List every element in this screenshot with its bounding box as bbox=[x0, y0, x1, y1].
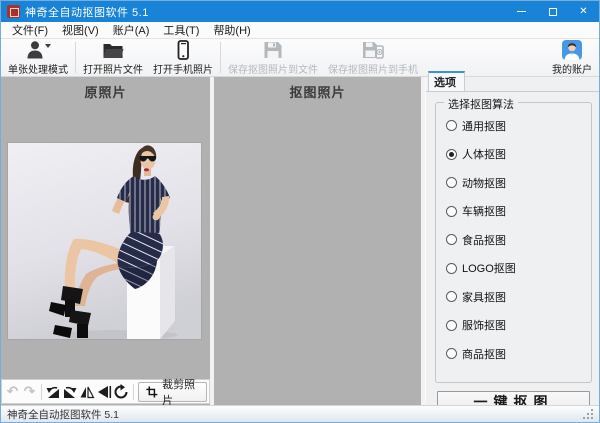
menu-help[interactable]: 帮助(H) bbox=[206, 21, 257, 39]
flip-horizontal-icon[interactable] bbox=[79, 382, 96, 402]
maximize-icon bbox=[549, 8, 557, 16]
radio-general-cutout[interactable]: 通用抠图 bbox=[446, 119, 591, 132]
radio-label: 通用抠图 bbox=[462, 118, 506, 134]
close-icon: ✕ bbox=[579, 6, 587, 17]
menu-bar: 文件(F) 视图(V) 账户(A) 工具(T) 帮助(H) bbox=[1, 22, 599, 39]
status-bar: 神奇全自动抠图软件 5.1 bbox=[1, 405, 599, 422]
radio-icon bbox=[446, 149, 457, 160]
options-panel: 选项 选择抠图算法 通用抠图 人体抠图 动物抠图 bbox=[425, 77, 599, 405]
status-text: 神奇全自动抠图软件 5.1 bbox=[7, 407, 119, 422]
radio-label: 车辆抠图 bbox=[462, 203, 506, 219]
radio-icon bbox=[446, 320, 457, 331]
save-cutout-to-phone-label: 保存抠图照片到手机 bbox=[328, 61, 418, 76]
my-account-button[interactable]: 我的账户 bbox=[547, 39, 597, 76]
person-mode-icon bbox=[25, 40, 52, 60]
main-area: 原照片 bbox=[1, 77, 599, 405]
radio-animal-cutout[interactable]: 动物抠图 bbox=[446, 176, 591, 189]
minimize-button[interactable] bbox=[506, 1, 537, 22]
minimize-icon bbox=[517, 11, 526, 12]
main-toolbar: 单张处理模式 打开照片文件 打开手机照片 bbox=[1, 39, 599, 77]
toolbar-separator bbox=[220, 42, 221, 73]
open-photo-file-label: 打开照片文件 bbox=[83, 61, 143, 76]
maximize-button[interactable] bbox=[537, 1, 568, 22]
menu-view[interactable]: 视图(V) bbox=[55, 21, 106, 39]
cutout-photo-title: 抠图照片 bbox=[214, 77, 421, 101]
radio-human-cutout[interactable]: 人体抠图 bbox=[446, 148, 591, 161]
radio-label: 人体抠图 bbox=[462, 146, 506, 162]
open-photo-file-button[interactable]: 打开照片文件 bbox=[78, 39, 148, 76]
crop-icon bbox=[146, 385, 158, 399]
crop-photo-label: 裁剪照片 bbox=[162, 376, 199, 408]
folder-icon bbox=[102, 40, 124, 60]
radio-icon bbox=[446, 234, 457, 245]
original-photo-title: 原照片 bbox=[1, 77, 210, 101]
radio-product-cutout[interactable]: 商品抠图 bbox=[446, 347, 591, 360]
my-account-label: 我的账户 bbox=[552, 61, 592, 76]
open-phone-photo-button[interactable]: 打开手机照片 bbox=[148, 39, 218, 76]
radio-furniture-cutout[interactable]: 家具抠图 bbox=[446, 290, 591, 303]
radio-label: 动物抠图 bbox=[462, 175, 506, 191]
app-icon bbox=[7, 5, 20, 18]
undo-icon: ↶ bbox=[4, 382, 21, 402]
radio-icon bbox=[446, 291, 457, 302]
radio-label: 家具抠图 bbox=[462, 289, 506, 305]
radio-icon bbox=[446, 177, 457, 188]
radio-clothing-cutout[interactable]: 服饰抠图 bbox=[446, 319, 591, 332]
close-button[interactable]: ✕ bbox=[568, 1, 599, 22]
radio-label: 食品抠图 bbox=[462, 232, 506, 248]
crop-photo-button[interactable]: 裁剪照片 bbox=[138, 382, 207, 402]
radio-food-cutout[interactable]: 食品抠图 bbox=[446, 233, 591, 246]
single-mode-label: 单张处理模式 bbox=[8, 61, 68, 76]
cutout-photo-panel: 抠图照片 bbox=[214, 77, 421, 405]
single-mode-button[interactable]: 单张处理模式 bbox=[3, 39, 73, 76]
radio-label: 服饰抠图 bbox=[462, 317, 506, 333]
phone-icon bbox=[172, 40, 194, 60]
toolbar-separator bbox=[75, 42, 76, 73]
radio-icon bbox=[446, 206, 457, 217]
edit-toolbar-separator bbox=[41, 384, 42, 400]
original-photo-panel: 原照片 bbox=[1, 77, 210, 405]
resize-grip[interactable] bbox=[583, 409, 593, 419]
options-tab-strip: 选项 bbox=[426, 77, 599, 92]
radio-icon bbox=[446, 120, 457, 131]
redo-icon: ↷ bbox=[21, 382, 38, 402]
save-file-icon bbox=[262, 40, 284, 60]
account-avatar-icon bbox=[561, 40, 583, 60]
radio-icon bbox=[446, 263, 457, 274]
algorithm-group-title: 选择抠图算法 bbox=[444, 96, 518, 112]
options-body: 选择抠图算法 通用抠图 人体抠图 动物抠图 bbox=[426, 92, 599, 423]
menu-account[interactable]: 账户(A) bbox=[106, 21, 157, 39]
menu-tools[interactable]: 工具(T) bbox=[156, 21, 206, 39]
radio-vehicle-cutout[interactable]: 车辆抠图 bbox=[446, 205, 591, 218]
rotate-right-icon[interactable] bbox=[62, 382, 79, 402]
radio-label: LOGO抠图 bbox=[462, 260, 516, 276]
radio-label: 商品抠图 bbox=[462, 346, 506, 362]
save-cutout-to-file-button: 保存抠图照片到文件 bbox=[223, 39, 323, 76]
save-phone-icon bbox=[361, 40, 385, 60]
title-bar: 神奇全自动抠图软件 5.1 ✕ bbox=[1, 1, 599, 22]
photo-edit-toolbar: ↶ ↷ bbox=[1, 379, 210, 404]
radio-icon bbox=[446, 348, 457, 359]
save-cutout-to-file-label: 保存抠图照片到文件 bbox=[228, 61, 318, 76]
edit-toolbar-separator bbox=[133, 384, 134, 400]
window-title: 神奇全自动抠图软件 5.1 bbox=[25, 4, 149, 20]
tab-options[interactable]: 选项 bbox=[428, 71, 465, 91]
radio-logo-cutout[interactable]: LOGO抠图 bbox=[446, 262, 591, 275]
rotate-any-angle-icon[interactable] bbox=[113, 382, 130, 402]
menu-file[interactable]: 文件(F) bbox=[5, 21, 55, 39]
rotate-left-icon[interactable] bbox=[45, 382, 62, 402]
open-phone-photo-label: 打开手机照片 bbox=[153, 61, 213, 76]
flip-vertical-icon[interactable] bbox=[96, 382, 113, 402]
save-cutout-to-phone-button: 保存抠图照片到手机 bbox=[323, 39, 423, 76]
app-window: 神奇全自动抠图软件 5.1 ✕ 文件(F) 视图(V) 账户(A) 工具(T) … bbox=[0, 0, 600, 423]
original-photo-image bbox=[8, 143, 201, 339]
algorithm-groupbox: 选择抠图算法 通用抠图 人体抠图 动物抠图 bbox=[435, 102, 592, 383]
